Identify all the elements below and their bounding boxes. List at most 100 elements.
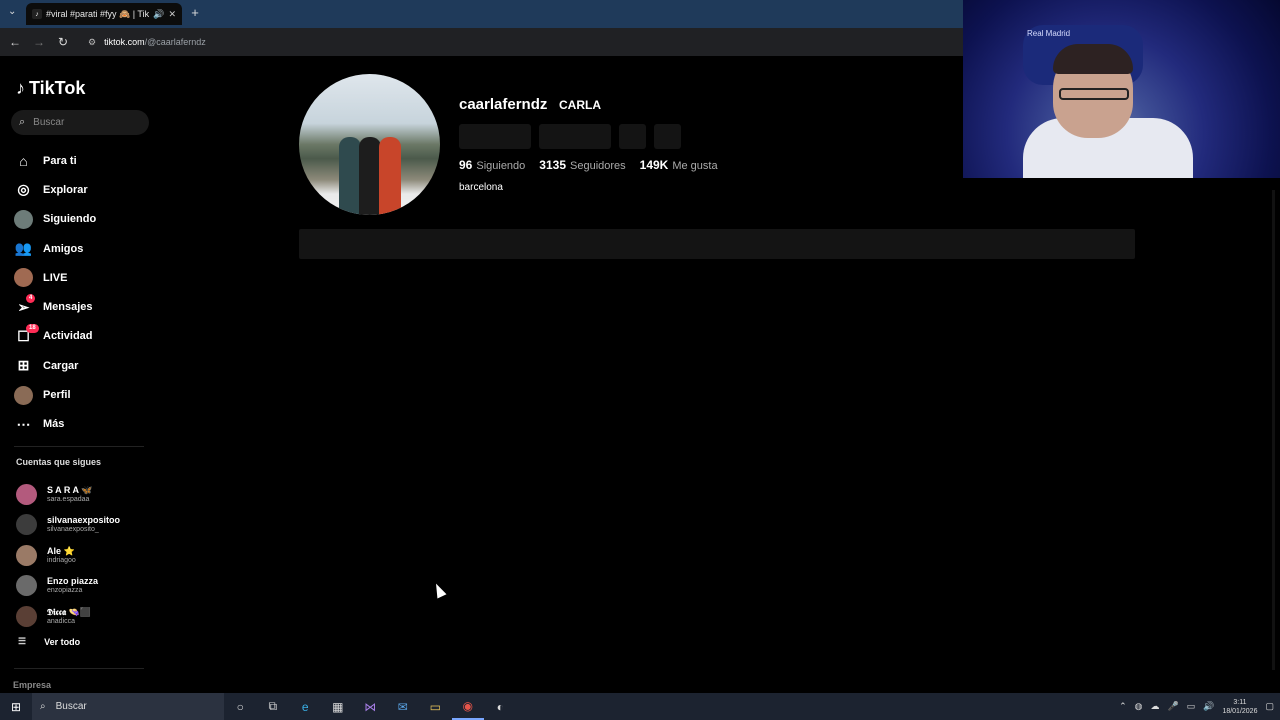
profile-avatar[interactable]: [299, 74, 440, 215]
tray-chevron-icon[interactable]: ⌃: [1119, 701, 1127, 712]
company-link[interactable]: Empresa: [13, 680, 51, 690]
account-handle: silvanaexposito_: [47, 526, 99, 534]
follow-button-placeholder[interactable]: [459, 124, 531, 149]
url-host: tiktok.com: [104, 37, 145, 47]
nav-item-live[interactable]: LIVE: [14, 263, 96, 292]
new-tab-button[interactable]: +: [188, 6, 202, 20]
chrome-icon[interactable]: ◉: [451, 693, 484, 720]
search-icon: ⌕: [40, 701, 46, 712]
followers-label: Seguidores: [570, 160, 626, 172]
avatar: [16, 514, 37, 536]
message-button-placeholder[interactable]: [539, 124, 611, 149]
photo-person: [359, 137, 381, 215]
more-dots-icon: ⋯: [16, 415, 31, 432]
nav-item-mas[interactable]: ⋯ Más: [14, 410, 96, 439]
list-item[interactable]: Enzo piazza enzopiazza: [16, 571, 120, 602]
clock-date: 18/01/2026: [1222, 707, 1258, 715]
edge-icon[interactable]: e: [289, 693, 322, 720]
nav-item-cargar[interactable]: ⊞ Cargar: [14, 351, 96, 380]
obs-icon[interactable]: ◐: [484, 693, 517, 720]
microphone-icon[interactable]: 🎤: [1167, 701, 1178, 712]
stat-likes: 149K Me gusta: [640, 158, 718, 172]
reload-icon[interactable]: ↻: [51, 35, 75, 49]
nav-label: Mensajes: [43, 301, 93, 314]
nav-label: Siguiendo: [43, 213, 97, 226]
account-handle: sara.espadaa: [47, 495, 90, 503]
profile-nickname: CARLA: [559, 98, 601, 112]
friends-icon: 👥: [14, 240, 33, 257]
likes-count: 149K: [639, 158, 669, 172]
nav-item-actividad[interactable]: ☐ 18 Actividad: [14, 322, 96, 351]
account-name: S A R A 🦋: [47, 484, 93, 495]
volume-icon[interactable]: 🔊: [1203, 701, 1214, 712]
more-button-placeholder[interactable]: [654, 124, 681, 149]
taskbar-search[interactable]: ⌕ Buscar: [32, 693, 224, 720]
tray-app-icon[interactable]: ◍: [1135, 701, 1143, 712]
account-handle: indriagoo: [47, 556, 76, 564]
taskbar: ⊞ ⌕ Buscar ○ ⧉ e ▦ ⋈ ✉ ▭ ◉ ◐ ⌃ ◍ ☁ 🎤 ▭ 🔊…: [0, 693, 1280, 720]
main-nav: ⌂ Para ti ◎ Explorar Siguiendo 👥 Amigos …: [14, 146, 96, 439]
url-path: /@caarlaferndz: [144, 37, 206, 47]
add-friend-button-placeholder[interactable]: [619, 124, 646, 149]
profile-bio: barcelona: [459, 182, 503, 193]
nav-item-perfil[interactable]: Perfil: [14, 380, 96, 409]
photo-person: [339, 137, 361, 215]
followers-count: 3135: [539, 158, 566, 172]
taskbar-search-label: Buscar: [55, 701, 87, 712]
list-item[interactable]: silvanaexpositoo silvanaexposito_: [16, 510, 120, 541]
close-tab-icon[interactable]: ✕: [168, 9, 176, 20]
profile-avatar-icon: [14, 385, 33, 405]
forward-arrow-icon[interactable]: →: [27, 35, 51, 49]
list-item[interactable]: 𝕯𝖎𝖈𝖈𝖆 👒⬛ anadicca: [16, 601, 120, 632]
address-bar[interactable]: ⚙ tiktok.com/@caarlaferndz: [82, 32, 962, 52]
nav-item-siguiendo[interactable]: Siguiendo: [14, 205, 96, 234]
nav-item-amigos[interactable]: 👥 Amigos: [14, 234, 96, 263]
profile-tabs-placeholder: [299, 229, 1135, 259]
stat-followers[interactable]: 3135 Seguidores: [539, 158, 625, 172]
site-info-icon[interactable]: ⚙: [88, 37, 96, 48]
page-scrollbar[interactable]: [1272, 190, 1275, 670]
activity-badge: 18: [26, 323, 39, 333]
divider: [14, 668, 144, 669]
photo-person: [379, 137, 401, 215]
windows-start-icon[interactable]: ⊞: [0, 700, 32, 714]
store-icon[interactable]: ▦: [322, 693, 355, 720]
tiktok-logo[interactable]: ♪ TikTok: [16, 78, 85, 99]
avatar: [16, 605, 37, 627]
profile-username: caarlaferndz: [459, 96, 548, 113]
notifications-icon[interactable]: ▢: [1265, 701, 1274, 712]
see-all-label: Ver todo: [44, 636, 81, 647]
stat-following[interactable]: 96 Siguiendo: [459, 158, 525, 172]
list-item[interactable]: S A R A 🦋 sara.espadaa: [16, 479, 120, 510]
audio-icon[interactable]: 🔊: [153, 9, 164, 20]
task-view-icon[interactable]: ⧉: [257, 693, 290, 720]
clock-time: 3:11: [1233, 698, 1247, 706]
account-name: Ale ⭐: [47, 545, 75, 556]
nav-item-para-ti[interactable]: ⌂ Para ti: [14, 146, 96, 175]
see-all-link[interactable]: ☰ Ver todo: [18, 636, 80, 647]
account-name: silvanaexpositoo: [47, 515, 121, 526]
back-arrow-icon[interactable]: ←: [3, 35, 27, 49]
cortana-icon[interactable]: ○: [224, 693, 257, 720]
account-handle: enzopiazza: [47, 587, 83, 595]
compass-icon: ◎: [17, 181, 30, 198]
list-item[interactable]: Ale ⭐ indriagoo: [16, 540, 120, 571]
avatar: [16, 575, 37, 597]
mail-icon[interactable]: ✉: [387, 693, 420, 720]
nav-item-explorar[interactable]: ◎ Explorar: [14, 175, 96, 204]
live-avatar-icon: [14, 268, 33, 288]
search-input[interactable]: ⌕ Buscar: [11, 110, 149, 135]
clock[interactable]: 3:11 18/01/2026: [1222, 698, 1257, 716]
tray-cloud-icon[interactable]: ☁: [1150, 701, 1159, 712]
search-icon: ⌕: [19, 116, 26, 128]
tab-search-chevron-icon[interactable]: ⌄: [8, 6, 16, 17]
file-explorer-icon[interactable]: ▭: [419, 693, 452, 720]
search-placeholder: Buscar: [33, 117, 65, 128]
visual-studio-icon[interactable]: ⋈: [354, 693, 387, 720]
avatar: [16, 483, 37, 505]
network-icon[interactable]: ▭: [1187, 701, 1196, 712]
browser-tab[interactable]: ♪ #viral #parati #fyy 🙈 | TikTok 🔊 ✕: [26, 3, 182, 25]
nav-item-mensajes[interactable]: ➢ 4 Mensajes: [14, 292, 96, 321]
nav-label: Para ti: [43, 154, 77, 167]
list-icon: ☰: [18, 636, 27, 646]
